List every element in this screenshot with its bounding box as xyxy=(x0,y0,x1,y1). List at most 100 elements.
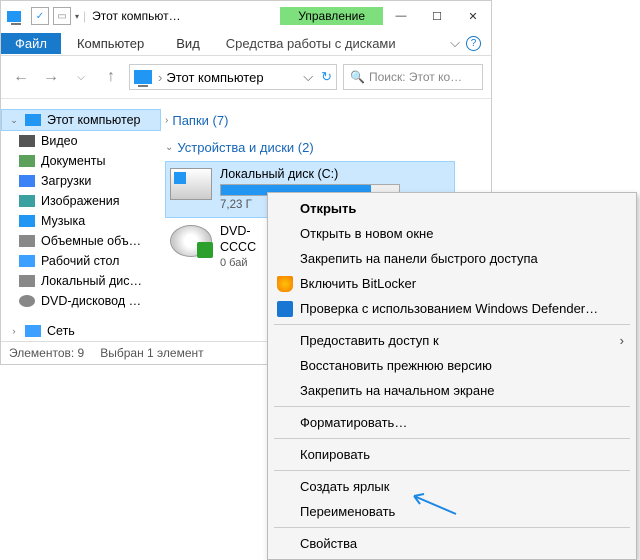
pc-icon xyxy=(25,114,41,126)
qat-item[interactable]: ▭ xyxy=(53,7,71,25)
tab-file[interactable]: Файл xyxy=(1,33,61,54)
music-icon xyxy=(19,215,35,227)
qat-dropdown-icon[interactable]: ▾ xyxy=(75,12,79,21)
ribbon-tabs: Файл Компьютер Вид Средства работы с дис… xyxy=(1,31,491,56)
sidebar-label: Загрузки xyxy=(41,174,91,188)
sidebar-label: DVD-дисковод … xyxy=(41,294,141,308)
context-menu: Открыть Открыть в новом окне Закрепить н… xyxy=(267,192,637,560)
window-title: Этот компьют… xyxy=(86,9,280,23)
document-icon xyxy=(19,155,35,167)
minimize-button[interactable]: ― xyxy=(383,2,419,30)
ctx-restore-version[interactable]: Восстановить прежнюю версию xyxy=(270,353,634,378)
sidebar-item-music[interactable]: Музыка xyxy=(1,211,161,231)
video-icon xyxy=(19,135,35,147)
ctx-copy[interactable]: Копировать xyxy=(270,442,634,467)
sidebar-item-desktop[interactable]: Рабочий стол xyxy=(1,251,161,271)
ctx-create-shortcut[interactable]: Создать ярлык xyxy=(270,474,634,499)
pc-icon xyxy=(134,70,152,84)
search-placeholder: Поиск: Этот ко… xyxy=(369,70,462,84)
separator xyxy=(274,470,630,471)
ctx-share[interactable]: Предоставить доступ к› xyxy=(270,328,634,353)
defender-icon xyxy=(277,301,293,317)
ribbon-expand-icon[interactable]: ⌵ xyxy=(450,35,460,51)
separator xyxy=(274,527,630,528)
group-label: Папки (7) xyxy=(172,113,228,128)
group-devices[interactable]: ⌄ Устройства и диски (2) xyxy=(165,134,487,161)
drive-icon xyxy=(170,168,212,200)
sidebar-label: Музыка xyxy=(41,214,85,228)
sidebar-label: Изображения xyxy=(41,194,120,208)
app-icon xyxy=(7,11,21,22)
dvd-icon xyxy=(170,225,212,257)
search-input[interactable]: 🔍 Поиск: Этот ко… xyxy=(343,64,483,90)
sidebar-item-videos[interactable]: Видео xyxy=(1,131,161,151)
ctx-rename[interactable]: Переименовать xyxy=(270,499,634,524)
sidebar-item-localdisk[interactable]: Локальный дис… xyxy=(1,271,161,291)
sidebar-item-pictures[interactable]: Изображения xyxy=(1,191,161,211)
group-label: Устройства и диски (2) xyxy=(177,140,313,155)
refresh-icon[interactable]: ↻ xyxy=(321,69,332,85)
sidebar-label: Документы xyxy=(41,154,105,168)
address-bar[interactable]: › Этот компьютер ⌵ ↻ xyxy=(129,64,337,90)
sidebar-label: Рабочий стол xyxy=(41,254,119,268)
sidebar-item-thispc[interactable]: ⌄ Этот компьютер xyxy=(1,109,161,131)
contextual-tab-manage[interactable]: Управление xyxy=(280,7,383,25)
shield-icon xyxy=(277,276,293,292)
address-location[interactable]: Этот компьютер xyxy=(166,70,263,85)
separator xyxy=(274,324,630,325)
nav-up-button[interactable]: ↑ xyxy=(99,65,123,89)
ctx-properties[interactable]: Свойства xyxy=(270,531,634,556)
tab-view[interactable]: Вид xyxy=(160,33,216,54)
sidebar-item-downloads[interactable]: Загрузки xyxy=(1,171,161,191)
breadcrumb-chevron-icon: › xyxy=(158,70,162,85)
download-icon xyxy=(19,175,35,187)
separator xyxy=(274,406,630,407)
search-icon: 🔍 xyxy=(350,70,365,84)
sidebar-label: Объемные объ… xyxy=(41,234,141,248)
sidebar-label: Сеть xyxy=(47,324,75,338)
network-icon xyxy=(25,325,41,337)
maximize-button[interactable]: ☐ xyxy=(419,2,455,30)
ctx-bitlocker[interactable]: Включить BitLocker xyxy=(270,271,634,296)
sidebar-item-3dobjects[interactable]: Объемные объ… xyxy=(1,231,161,251)
sidebar-item-documents[interactable]: Документы xyxy=(1,151,161,171)
navigation-pane: ⌄ Этот компьютер Видео Документы Загрузк… xyxy=(1,99,161,341)
expand-icon[interactable]: ⌄ xyxy=(9,115,19,126)
status-item-count: Элементов: 9 xyxy=(9,346,84,360)
navigation-bar: ← → ⌵ ↑ › Этот компьютер ⌵ ↻ 🔍 Поиск: Эт… xyxy=(1,56,491,99)
picture-icon xyxy=(19,195,35,207)
drive-title: Локальный диск (C:) xyxy=(220,166,450,182)
address-dropdown-icon[interactable]: ⌵ xyxy=(303,69,313,85)
sidebar-item-dvd[interactable]: DVD-дисковод … xyxy=(1,291,161,311)
group-folders[interactable]: › Папки (7) xyxy=(165,107,487,134)
objects-icon xyxy=(19,235,35,247)
chevron-right-icon: › xyxy=(165,115,168,126)
tab-disktools[interactable]: Средства работы с дисками xyxy=(216,33,406,54)
close-button[interactable]: ✕ xyxy=(455,2,491,30)
ctx-open-new-window[interactable]: Открыть в новом окне xyxy=(270,221,634,246)
sidebar-label: Локальный дис… xyxy=(41,274,142,288)
desktop-icon xyxy=(19,255,35,267)
tab-computer[interactable]: Компьютер xyxy=(61,33,160,54)
ctx-open[interactable]: Открыть xyxy=(270,196,634,221)
ctx-pin-quickaccess[interactable]: Закрепить на панели быстрого доступа xyxy=(270,246,634,271)
submenu-arrow-icon: › xyxy=(620,333,624,348)
dvd-icon xyxy=(19,295,35,307)
sidebar-label: Видео xyxy=(41,134,78,148)
ctx-defender-scan[interactable]: Проверка с использованием Windows Defend… xyxy=(270,296,634,321)
drive-icon xyxy=(19,275,35,287)
nav-back-button[interactable]: ← xyxy=(9,65,33,89)
status-selection: Выбран 1 элемент xyxy=(100,346,203,360)
qat-checkbox[interactable]: ✓ xyxy=(31,7,49,25)
ctx-format[interactable]: Форматировать… xyxy=(270,410,634,435)
ctx-pin-start[interactable]: Закрепить на начальном экране xyxy=(270,378,634,403)
sidebar-label: Этот компьютер xyxy=(47,113,140,127)
sidebar-item-network[interactable]: › Сеть xyxy=(1,321,161,341)
separator xyxy=(274,438,630,439)
nav-forward-button[interactable]: → xyxy=(39,65,63,89)
help-icon[interactable]: ? xyxy=(466,36,481,51)
nav-recent-dropdown[interactable]: ⌵ xyxy=(69,65,93,89)
chevron-down-icon: ⌄ xyxy=(165,142,173,153)
titlebar: ✓ ▭ ▾ | Этот компьют… Управление ― ☐ ✕ xyxy=(1,1,491,31)
expand-icon[interactable]: › xyxy=(9,326,19,336)
